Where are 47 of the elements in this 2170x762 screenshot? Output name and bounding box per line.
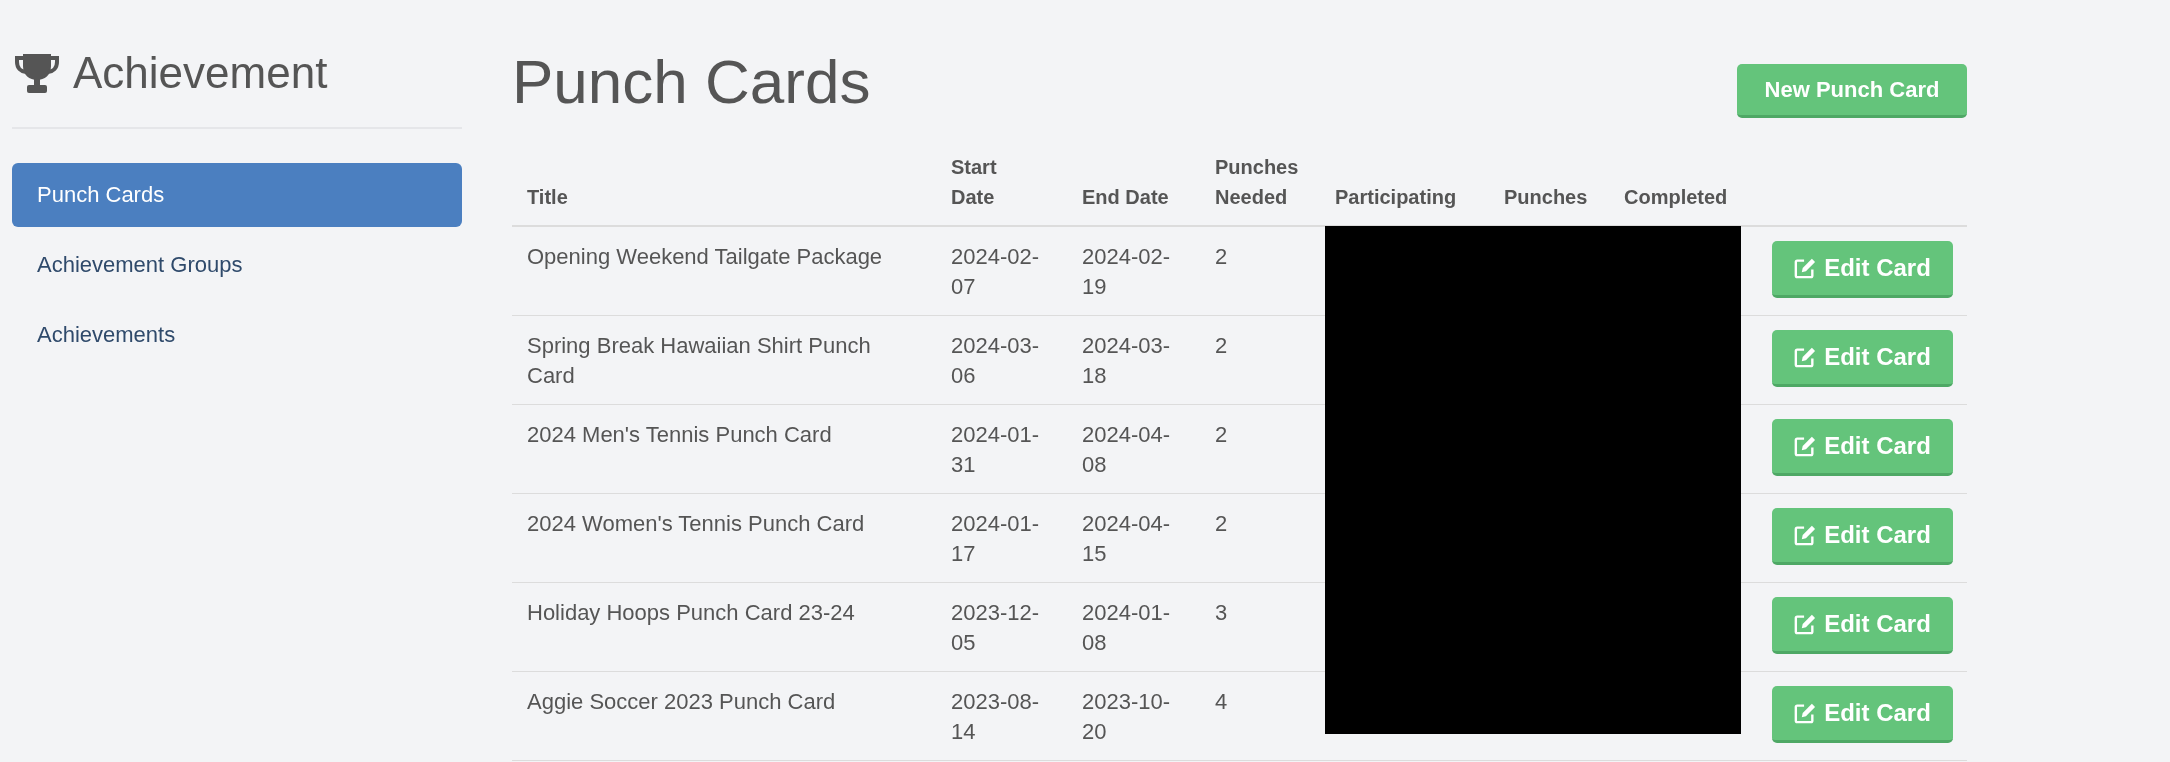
edit-card-button[interactable]: Edit Card (1772, 241, 1953, 298)
start-date: 2023-08-14 (936, 671, 1067, 761)
card-title: Holiday Hoops Punch Card 23-24 (512, 582, 936, 672)
end-date: 2024-03-18 (1067, 315, 1200, 405)
sidebar-item[interactable]: Achievement Groups (12, 233, 462, 297)
edit-icon (1794, 702, 1817, 724)
column-header: Start Date (936, 142, 1067, 226)
end-date: 2024-01-08 (1067, 582, 1200, 672)
card-title: 2024 Women's Tennis Punch Card (512, 493, 936, 583)
punches-needed: 2 (1200, 404, 1320, 494)
start-date: 2024-01-31 (936, 404, 1067, 494)
edit-card-button[interactable]: Edit Card (1772, 419, 1953, 476)
sidebar-title: Achievement (73, 50, 328, 96)
column-header: Punches Needed (1200, 142, 1320, 226)
end-date: 2023-10-20 (1067, 671, 1200, 761)
new-punch-card-button[interactable]: New Punch Card (1737, 64, 1967, 118)
edit-icon (1794, 613, 1817, 635)
edit-icon (1794, 346, 1817, 368)
trophy-icon (14, 53, 60, 93)
start-date: 2024-01-17 (936, 493, 1067, 583)
card-title: 2024 Men's Tennis Punch Card (512, 404, 936, 494)
edit-icon (1794, 435, 1817, 457)
end-date: 2024-04-08 (1067, 404, 1200, 494)
punches-needed: 2 (1200, 226, 1320, 316)
column-header: Title (512, 142, 936, 226)
edit-icon (1794, 524, 1817, 546)
card-title: Aggie Soccer 2023 Punch Card (512, 671, 936, 761)
start-date: 2024-03-06 (936, 315, 1067, 405)
punches-needed: 4 (1200, 671, 1320, 761)
edit-card-button[interactable]: Edit Card (1772, 508, 1953, 565)
end-date: 2024-04-15 (1067, 493, 1200, 583)
column-header: End Date (1067, 142, 1200, 226)
card-title: Spring Break Hawaiian Shirt Punch Card (512, 315, 936, 405)
sidebar-item[interactable]: Punch Cards (12, 163, 462, 227)
edit-card-button[interactable]: Edit Card (1772, 686, 1953, 743)
punches-needed: 2 (1200, 493, 1320, 583)
sidebar-item[interactable]: Achievements (12, 303, 462, 367)
end-date: 2024-02-19 (1067, 226, 1200, 316)
start-date: 2024-02-07 (936, 226, 1067, 316)
page-title: Punch Cards (512, 46, 871, 118)
edit-card-button[interactable]: Edit Card (1772, 597, 1953, 654)
card-title: Opening Weekend Tailgate Package (512, 226, 936, 316)
punches-needed: 2 (1200, 315, 1320, 405)
edit-icon (1794, 257, 1817, 279)
start-date: 2023-12-05 (936, 582, 1067, 672)
punches-needed: 3 (1200, 582, 1320, 672)
edit-card-button[interactable]: Edit Card (1772, 330, 1953, 387)
